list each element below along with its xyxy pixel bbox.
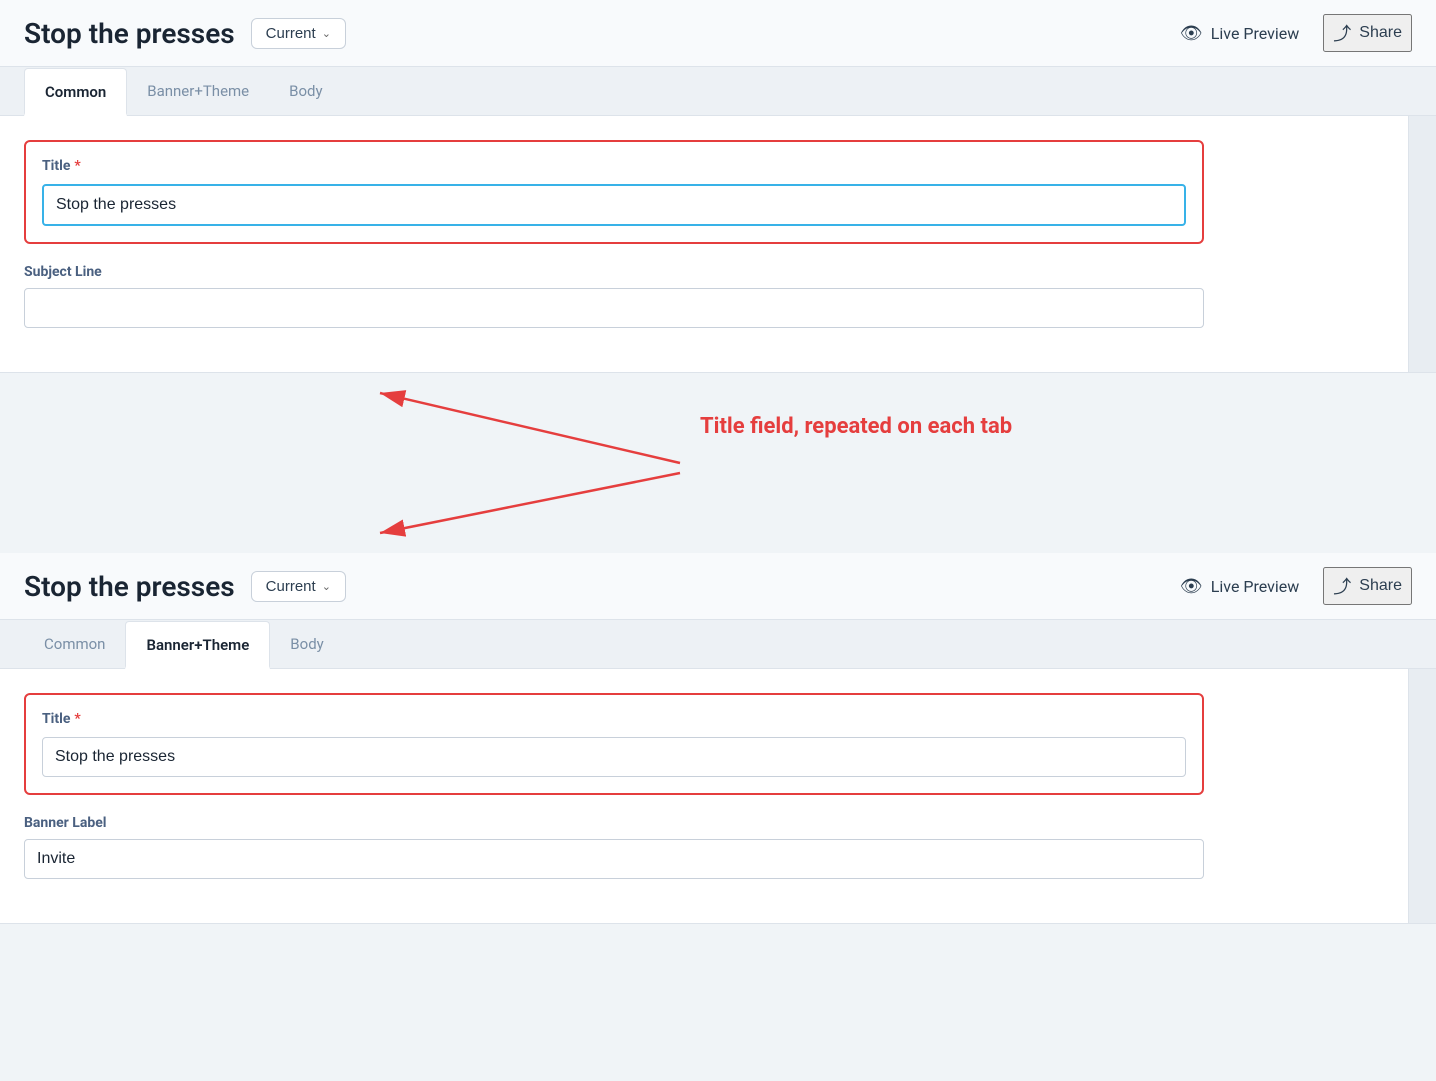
panel-2-content: Title * Banner Label bbox=[0, 669, 1436, 923]
subject-line-input[interactable] bbox=[24, 288, 1204, 328]
required-star-1: * bbox=[74, 158, 80, 174]
annotation-arrow-svg bbox=[0, 373, 1436, 553]
share-label: Share bbox=[1359, 24, 1402, 42]
panel-2-header: Stop the presses Current ⌄ 👁 Live Previe… bbox=[0, 553, 1436, 620]
subject-line-group: Subject Line bbox=[24, 264, 1204, 328]
title-label-2: Title * bbox=[42, 711, 1186, 727]
page-title-2: Stop the presses bbox=[24, 570, 235, 603]
version-dropdown[interactable]: Current ⌄ bbox=[251, 18, 346, 49]
panel-1: Stop the presses Current ⌄ 👁 Live Previe… bbox=[0, 0, 1436, 373]
share-label-2: Share bbox=[1359, 577, 1402, 595]
tab-body-2[interactable]: Body bbox=[270, 621, 343, 669]
version-label: Current bbox=[266, 25, 316, 42]
banner-label-label: Banner Label bbox=[24, 815, 1204, 831]
title-label-1: Title * bbox=[42, 158, 1186, 174]
eye-icon-2: 👁 bbox=[1180, 576, 1203, 597]
right-sidebar-2 bbox=[1408, 669, 1436, 923]
eye-icon: 👁 bbox=[1180, 23, 1203, 44]
share-icon-2: ⤴ bbox=[1333, 573, 1351, 599]
tab-body-1[interactable]: Body bbox=[269, 68, 342, 116]
title-field-section-1: Title * bbox=[24, 140, 1204, 244]
tab-common-1[interactable]: Common bbox=[24, 68, 127, 116]
tabs-bar-2: Common Banner+Theme Body bbox=[0, 620, 1436, 669]
annotation-area: Title field, repeated on each tab bbox=[0, 373, 1436, 553]
tab-banner-theme-1[interactable]: Banner+Theme bbox=[127, 68, 269, 116]
live-preview-label-2: Live Preview bbox=[1211, 577, 1300, 596]
banner-label-group: Banner Label bbox=[24, 815, 1204, 879]
live-preview-button-2[interactable]: 👁 Live Preview bbox=[1172, 572, 1307, 601]
title-input-2[interactable] bbox=[42, 737, 1186, 777]
title-field-section-2: Title * bbox=[24, 693, 1204, 795]
share-button[interactable]: ⤴ Share bbox=[1323, 14, 1412, 52]
title-input-1[interactable] bbox=[42, 184, 1186, 226]
live-preview-button[interactable]: 👁 Live Preview bbox=[1172, 19, 1307, 48]
panel-2: Stop the presses Current ⌄ 👁 Live Previe… bbox=[0, 553, 1436, 924]
share-icon: ⤴ bbox=[1333, 20, 1351, 46]
panel-1-content: Title * Subject Line bbox=[0, 116, 1436, 372]
tabs-bar-1: Common Banner+Theme Body bbox=[0, 67, 1436, 116]
required-star-2: * bbox=[74, 711, 80, 727]
page-title: Stop the presses bbox=[24, 17, 235, 50]
version-dropdown-2[interactable]: Current ⌄ bbox=[251, 571, 346, 602]
chevron-down-icon-2: ⌄ bbox=[322, 580, 331, 593]
right-sidebar-1 bbox=[1408, 116, 1436, 372]
annotation-text: Title field, repeated on each tab bbox=[700, 413, 1040, 442]
live-preview-label: Live Preview bbox=[1211, 24, 1300, 43]
version-label-2: Current bbox=[266, 578, 316, 595]
panel-1-header: Stop the presses Current ⌄ 👁 Live Previe… bbox=[0, 0, 1436, 67]
chevron-down-icon: ⌄ bbox=[322, 27, 331, 40]
tab-banner-theme-2[interactable]: Banner+Theme bbox=[125, 621, 270, 669]
subject-line-label: Subject Line bbox=[24, 264, 1204, 280]
banner-label-input[interactable] bbox=[24, 839, 1204, 879]
tab-common-2[interactable]: Common bbox=[24, 621, 125, 669]
share-button-2[interactable]: ⤴ Share bbox=[1323, 567, 1412, 605]
